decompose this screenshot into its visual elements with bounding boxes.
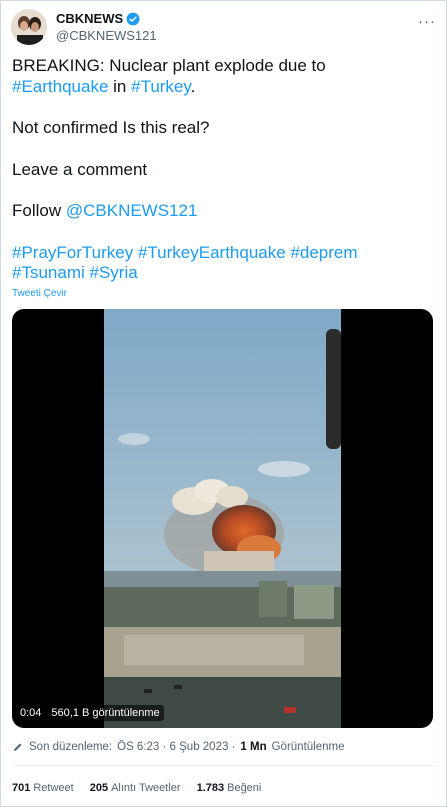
hashtag-turkey[interactable]: #Turkey: [131, 77, 191, 96]
tweet-text: BREAKING: Nuclear plant explode due to #…: [12, 56, 437, 284]
author-handle[interactable]: @CBKNEWS121: [56, 28, 157, 43]
author-display-name[interactable]: CBKNEWS: [56, 11, 123, 26]
hashtag-syria[interactable]: #Syria: [90, 263, 138, 282]
author-name-row[interactable]: CBKNEWS: [56, 11, 140, 26]
more-options-icon[interactable]: ···: [418, 13, 436, 30]
tweet-period: .: [190, 76, 196, 96]
retweet-label: Retweet: [33, 782, 74, 794]
tweet-hashtags: #PrayForTurkey #TurkeyEarthquake #deprem…: [12, 243, 437, 284]
follow-word: Follow: [12, 201, 62, 220]
video-frame[interactable]: [104, 309, 341, 728]
mention-link[interactable]: @CBKNEWS121: [66, 201, 198, 220]
like-stat[interactable]: 1.783 Beğeni: [197, 782, 262, 794]
retweet-count: 701: [12, 782, 31, 794]
video-overlay: 0:04 560,1 B görüntülenme: [20, 705, 164, 721]
tweet-paragraph-4: Follow @CBKNEWS121: [12, 201, 437, 222]
view-label: Görüntülenme: [271, 741, 345, 753]
divider: [12, 765, 437, 766]
like-count: 1.783: [196, 782, 225, 794]
translate-tweet-link[interactable]: Tweeti Çevir: [12, 288, 67, 299]
hashtag-prayforturkey[interactable]: #PrayForTurkey: [12, 243, 133, 262]
hashtag-turkeyearthquake[interactable]: #TurkeyEarthquake: [138, 243, 286, 262]
edited-label[interactable]: Son düzenleme:: [29, 741, 112, 753]
video-player[interactable]: 0:04 560,1 B görüntülenme: [12, 309, 433, 728]
view-count: 1 Mn: [240, 741, 267, 753]
pencil-icon: [14, 743, 22, 751]
retweet-stat[interactable]: 701 Retweet: [12, 782, 74, 794]
hashtag-tsunami[interactable]: #Tsunami: [12, 263, 85, 282]
quote-label: Alıntı Tweetler: [111, 782, 181, 794]
tweet-breaking-text: BREAKING: Nuclear plant explode due to: [12, 56, 326, 75]
tweet-paragraph-2: Not confirmed Is this real?: [12, 118, 210, 137]
engagement-stats: 701 Retweet 205 Alıntı Tweetler 1.783 Beğen…: [12, 782, 261, 794]
video-timestamp: 0:04: [20, 707, 42, 719]
video-view-count: 560,1 B görüntülenme: [47, 705, 164, 721]
tweet-word-in: in: [113, 76, 127, 96]
avatar[interactable]: [11, 9, 47, 45]
tweet-card: CBKNEWS @CBKNEWS121 ··· BREAKING: Nuclea…: [0, 0, 447, 807]
like-label: Beğeni: [227, 782, 262, 794]
tweet-paragraph-1: BREAKING: Nuclear plant explode due to #…: [12, 56, 437, 97]
edit-history-row[interactable]: Son düzenleme: ÖS 6:23 · 6 Şub 2023 · 1 …: [12, 741, 344, 753]
edited-timestamp[interactable]: ÖS 6:23 · 6 Şub 2023 ·: [117, 741, 235, 753]
hashtag-deprem[interactable]: #deprem: [290, 243, 357, 262]
tweet-paragraph-3: Leave a comment: [12, 159, 148, 179]
quote-count: 205: [89, 782, 109, 794]
quote-stat[interactable]: 205 Alıntı Tweetler: [90, 782, 181, 794]
tweet-header: CBKNEWS @CBKNEWS121 ···: [11, 9, 438, 49]
verified-badge-icon: [126, 12, 140, 25]
hashtag-earthquake[interactable]: #Earthquake: [12, 77, 108, 96]
